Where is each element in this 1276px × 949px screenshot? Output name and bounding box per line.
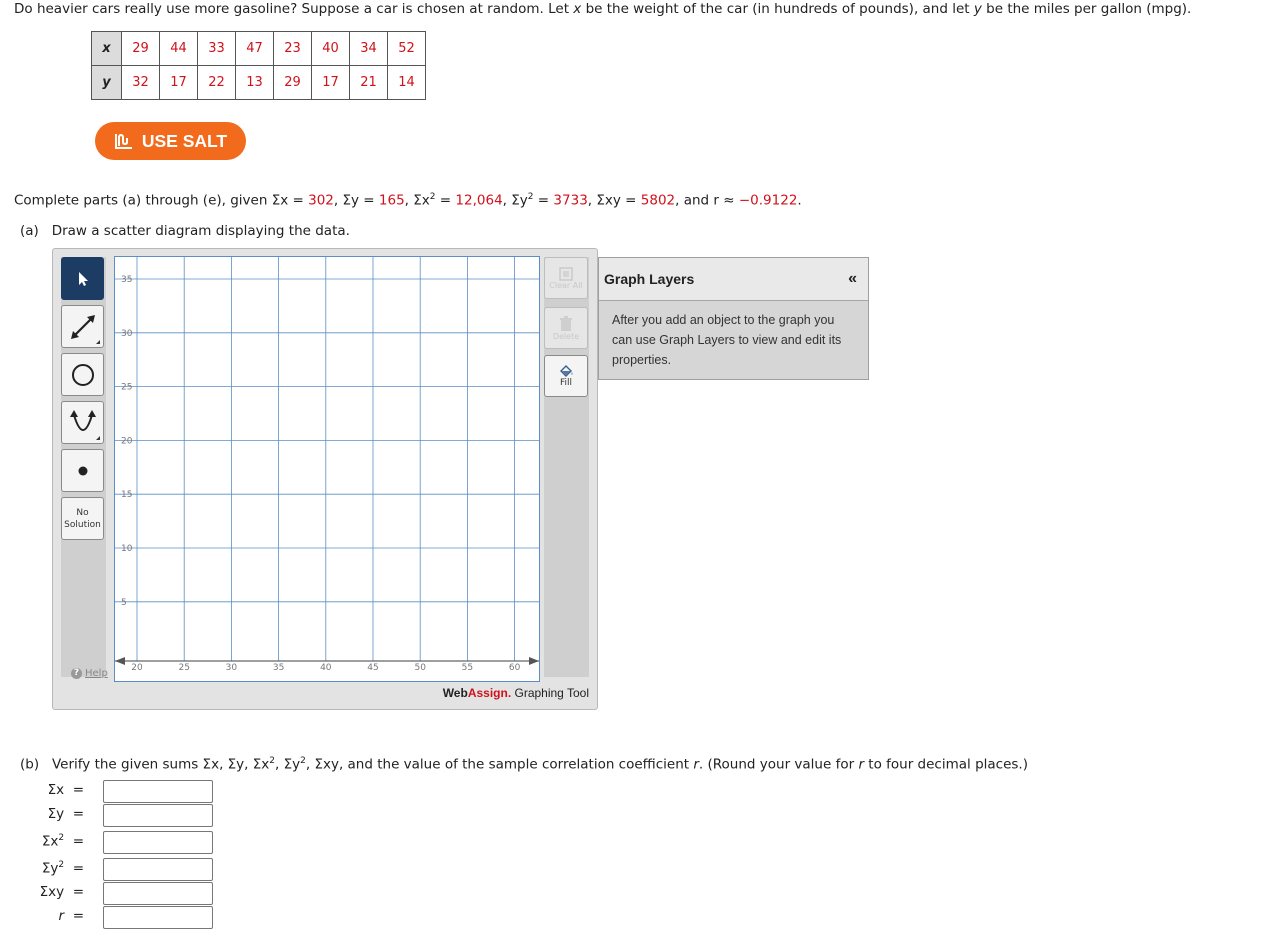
x-tick-label: 50 (414, 663, 426, 673)
y-tick-label: 5 (121, 598, 127, 608)
sum-x-row: Σx = (0, 779, 220, 803)
y-value: 14 (387, 65, 426, 100)
fill-button[interactable]: Fill (544, 355, 588, 397)
x-value: 47 (235, 31, 274, 66)
graphing-tool: No Solution ? Help 20 25 30 35 40 45 50 55 60 35 30… (52, 248, 598, 710)
part-b-prompt: (b) Verify the given sums Σx, Σy, Σx2, Σ… (20, 756, 1028, 773)
point-dot-icon (78, 466, 87, 475)
paint-bucket-icon (560, 365, 573, 377)
graph-layers-panel: Graph Layers « After you add an object t… (598, 257, 869, 380)
webassign-brand: WebAssign. Graphing Tool (442, 686, 589, 700)
y-tick-label: 20 (121, 436, 133, 446)
x-value: 29 (121, 31, 160, 66)
delete-button[interactable]: Delete (544, 307, 588, 349)
graph-layers-body: After you add an object to the graph you… (612, 313, 842, 367)
circle-tool-button[interactable] (61, 353, 104, 396)
clear-all-icon (559, 266, 573, 281)
line-tool-button[interactable] (61, 305, 104, 348)
use-salt-label: USE SALT (141, 130, 228, 151)
sum-x-squared-input[interactable] (103, 831, 213, 854)
x-value: 34 (349, 31, 388, 66)
sum-y2-row: Σy2 = (0, 857, 220, 881)
tool-palette: No Solution ? Help (61, 257, 108, 679)
x-axis-right-arrow (529, 657, 539, 665)
trash-icon (560, 315, 572, 331)
r-row: r = (0, 905, 220, 929)
sum-x-input[interactable] (103, 780, 213, 803)
x-value: 40 (311, 31, 350, 66)
sum-xy-input[interactable] (103, 882, 213, 905)
y-tick-label: 10 (121, 544, 133, 554)
y-tick-label: 30 (121, 329, 133, 339)
given-sums: Complete parts (a) through (e), given Σx… (14, 192, 802, 209)
x-value: 52 (387, 31, 426, 66)
point-tool-button[interactable] (61, 449, 104, 492)
collapse-layers-button[interactable]: « (848, 270, 857, 288)
problem-intro: Do heavier cars really use more gasoline… (14, 1, 1192, 17)
part-a-prompt: (a) Draw a scatter diagram displaying th… (20, 223, 350, 239)
double-arrow-line-icon (70, 314, 100, 344)
x-value: 44 (159, 31, 198, 66)
x-tick-label: 35 (273, 663, 284, 673)
y-value: 32 (121, 65, 160, 100)
r-input[interactable] (103, 906, 213, 929)
y-tick-label: 35 (121, 275, 132, 285)
parabola-icon (69, 409, 100, 440)
sum-xy-row: Σxy = (0, 881, 220, 905)
graph-canvas[interactable]: 20 25 30 35 40 45 50 55 60 35 30 25 20 15 10 5 (114, 256, 540, 682)
graph-layers-header: Graph Layers « (599, 258, 868, 301)
y-value: 21 (349, 65, 388, 100)
sum-y-squared-input[interactable] (103, 858, 213, 881)
no-solution-button[interactable]: No Solution (61, 497, 104, 540)
y-value: 17 (311, 65, 350, 100)
y-header: y (91, 65, 122, 100)
pointer-tool-button[interactable] (61, 257, 104, 300)
x-value: 33 (197, 31, 236, 66)
x-value: 23 (273, 31, 312, 66)
x-tick-label: 55 (462, 663, 473, 673)
x-axis-left-arrow (115, 657, 125, 665)
sum-y-input[interactable] (103, 804, 213, 827)
salt-chart-icon (114, 133, 132, 149)
help-question-icon: ? (71, 668, 82, 679)
x-tick-label: 40 (320, 663, 332, 673)
data-table: x 29 44 33 47 23 40 34 52 y 32 17 22 13 … (91, 31, 426, 100)
y-value: 13 (235, 65, 274, 100)
x-header: x (91, 31, 122, 66)
sum-y-row: Σy = (0, 803, 220, 827)
y-value: 22 (197, 65, 236, 100)
circle-icon (71, 363, 94, 386)
y-tick-label: 25 (121, 383, 132, 393)
y-value: 17 (159, 65, 198, 100)
y-tick-label: 15 (121, 490, 132, 500)
x-tick-label: 25 (178, 663, 189, 673)
action-bar: Clear All Delete Fill (544, 257, 589, 677)
pointer-arrow-icon (78, 271, 88, 286)
help-link[interactable]: ? Help (71, 668, 108, 679)
x-tick-label: 20 (131, 663, 143, 673)
table-row-x: x 29 44 33 47 23 40 34 52 (91, 31, 426, 66)
table-row-y: y 32 17 22 13 29 17 21 14 (91, 65, 426, 100)
parabola-tool-button[interactable] (61, 401, 104, 444)
x-tick-label: 30 (226, 663, 238, 673)
x-tick-label: 60 (509, 663, 521, 673)
clear-all-button[interactable]: Clear All (544, 257, 588, 299)
x-tick-label: 45 (367, 663, 378, 673)
use-salt-button[interactable]: USE SALT (95, 122, 246, 160)
y-value: 29 (273, 65, 312, 100)
sum-x2-row: Σx2 = (0, 830, 220, 854)
